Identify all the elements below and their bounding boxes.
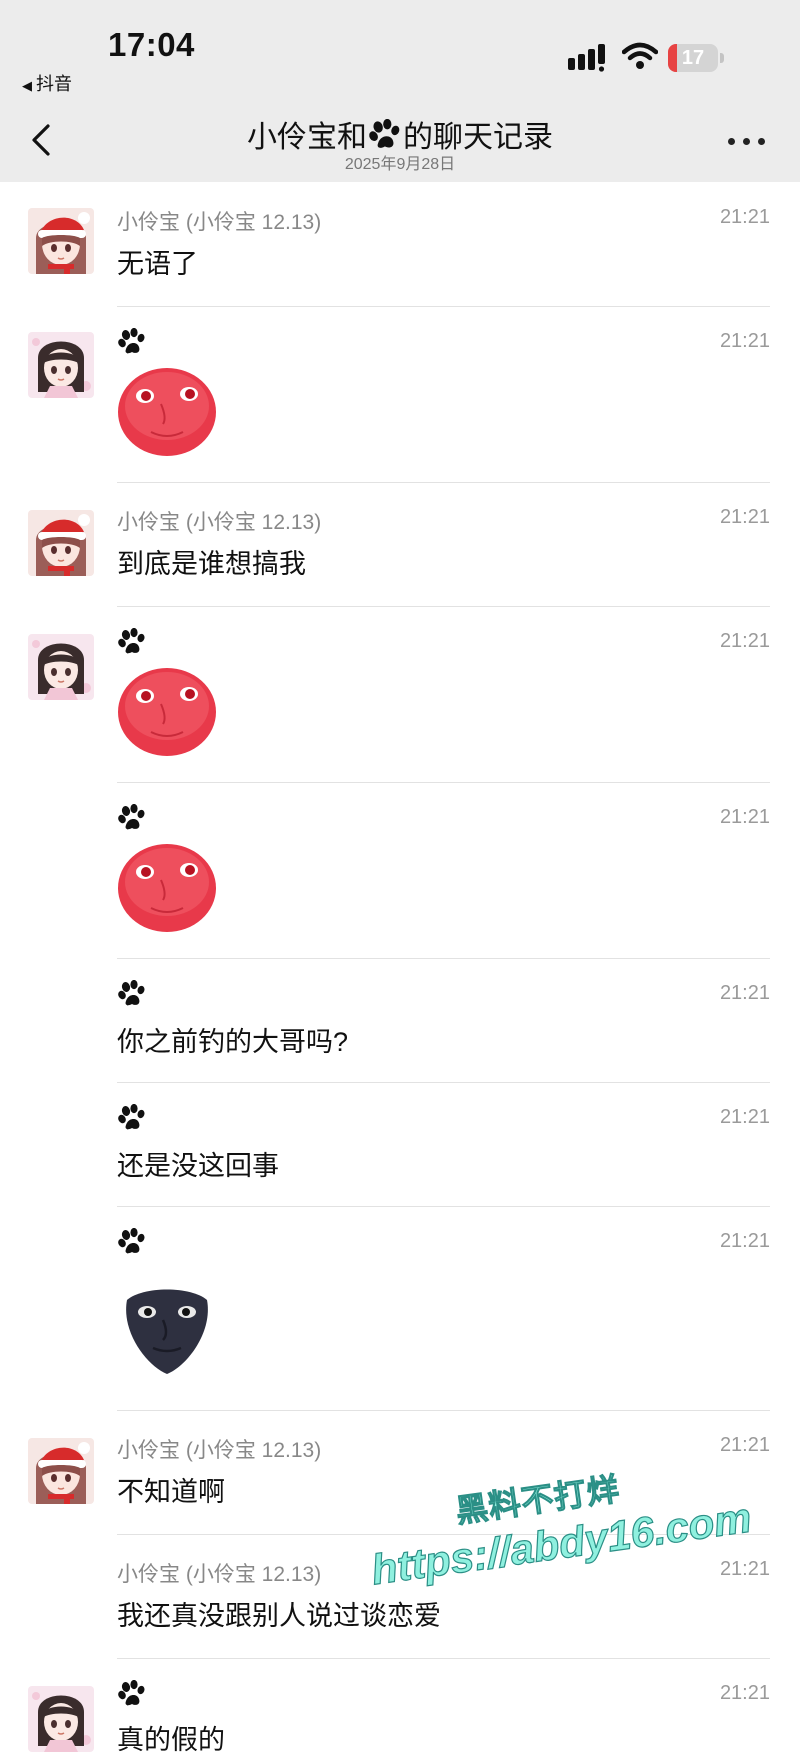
message-divider [117,1206,770,1207]
avatar-xiaolingbao[interactable] [28,208,94,274]
message-divider [117,1658,770,1659]
message-text: 还是没这回事 [117,1151,279,1181]
message-text: 你之前钓的大哥吗? [117,1027,349,1057]
red-moon-face-sticker[interactable] [117,842,217,934]
back-triangle-icon: ◀ [22,78,32,93]
message-divider [117,782,770,783]
message-text: 到底是谁想搞我 [117,549,306,579]
sender-name: 小伶宝 (小伶宝 12.13) [117,511,322,534]
paw-icon [117,1228,146,1254]
message-time: 21:21 [719,806,770,828]
paw-icon [117,328,146,354]
more-options-icon[interactable] [728,138,768,148]
message-time: 21:21 [719,630,770,652]
message-time: 21:21 [719,330,770,352]
red-moon-face-sticker[interactable] [117,666,217,758]
message-time: 21:21 [719,1434,770,1456]
message-divider [117,1082,770,1083]
message-time: 21:21 [719,506,770,528]
chat-header: 小伶宝和 的聊天记录 2025年9月28日 [0,100,800,182]
status-time: 17:04 [108,26,195,63]
sender-name: 小伶宝 (小伶宝 12.13) [117,1563,322,1586]
status-bar: 17:04 ◀ 抖音 17 [0,0,800,100]
message-text: 真的假的 [117,1725,225,1755]
dark-moon-face-sticker[interactable] [117,1282,217,1374]
message-text: 我还真没跟别人说过谈恋爱 [117,1601,441,1631]
message-divider [117,482,770,483]
avatar-xiaolingbao[interactable] [28,1438,94,1504]
message-time: 21:21 [719,982,770,1004]
message-divider [117,958,770,959]
battery-level: 17 [681,47,705,69]
message-time: 21:21 [719,1230,770,1252]
paw-icon [117,628,146,654]
back-to-app-link[interactable]: ◀ 抖音 [22,70,72,96]
message-text: 无语了 [117,249,198,279]
avatar-xiaolingbao[interactable] [28,510,94,576]
avatar-paw-user[interactable] [28,332,94,398]
cellular-signal-icon [568,44,605,72]
sender-name: 小伶宝 (小伶宝 12.13) [117,1439,322,1462]
message-text: 不知道啊 [117,1477,225,1507]
avatar-paw-user[interactable] [28,1686,94,1752]
message-time: 21:21 [719,1558,770,1580]
back-app-label: 抖音 [36,74,72,94]
message-time: 21:21 [719,1682,770,1704]
page-subtitle-date: 2025年9月28日 [344,156,456,173]
message-divider [117,306,770,307]
paw-icon [117,1104,146,1130]
avatar-paw-user[interactable] [28,634,94,700]
message-time: 21:21 [719,206,770,228]
paw-icon [117,1680,146,1706]
red-moon-face-sticker[interactable] [117,366,217,458]
battery-indicator: 17 [668,44,726,72]
back-chevron-icon[interactable] [26,120,56,160]
wifi-icon [622,42,658,69]
message-divider [117,606,770,607]
paw-icon [117,804,146,830]
paw-icon [117,980,146,1006]
message-time: 21:21 [719,1106,770,1128]
paw-icon [367,119,401,148]
message-divider [117,1410,770,1411]
sender-name: 小伶宝 (小伶宝 12.13) [117,211,322,234]
